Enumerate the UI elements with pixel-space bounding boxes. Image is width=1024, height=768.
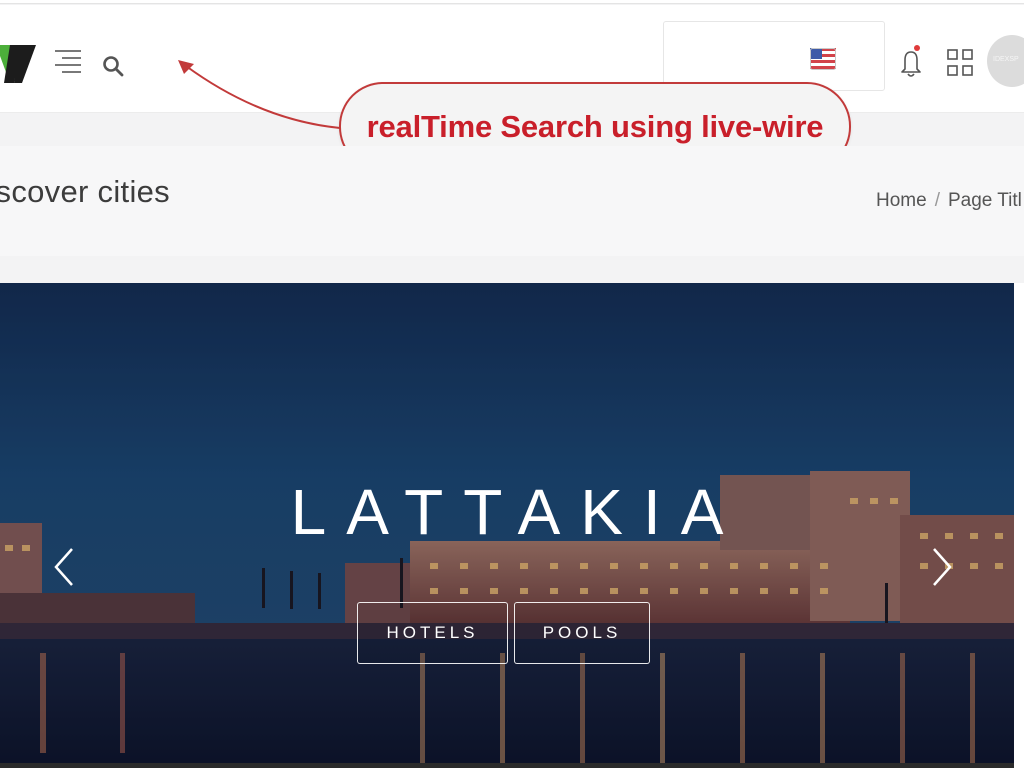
user-avatar[interactable]: IDEXSP: [987, 35, 1024, 87]
hero-right-margin: [1014, 283, 1024, 768]
breadcrumb-separator: /: [934, 190, 940, 211]
language-selector[interactable]: [663, 21, 885, 91]
breadcrumb: Home / Page Titl: [876, 190, 1022, 212]
slider-next-arrow-icon[interactable]: [928, 545, 954, 589]
slider-prev-arrow-icon[interactable]: [52, 545, 78, 589]
breadcrumb-home-link[interactable]: Home: [876, 190, 927, 211]
page-title-bar: escover cities Home / Page Titl: [0, 146, 1024, 256]
top-border: [0, 0, 1024, 4]
hero-title: LATTAKIA: [290, 476, 744, 548]
us-flag-icon[interactable]: [810, 48, 836, 70]
notification-bell-icon[interactable]: [897, 45, 925, 79]
app-page: IDEXSP realTime Search using live-wire e…: [0, 0, 1024, 768]
logo-icon[interactable]: [0, 39, 40, 89]
breadcrumb-current: Page Titl: [947, 190, 1022, 211]
hero-slider: LATTAKIA HOTELS POOLS: [0, 283, 1014, 768]
avatar-label: IDEXSP: [993, 56, 1019, 63]
annotation-arrow: [178, 60, 341, 129]
annotation-text: realTime Search using live-wire: [366, 108, 824, 144]
hero-bottom-strip: [0, 763, 1014, 768]
search-icon[interactable]: [102, 55, 124, 77]
page-title: escover cities: [0, 174, 170, 209]
hamburger-menu-icon[interactable]: [54, 48, 82, 74]
pools-button[interactable]: POOLS: [514, 602, 650, 664]
notification-dot: [914, 45, 920, 51]
hotels-button[interactable]: HOTELS: [357, 602, 508, 664]
apps-grid-icon[interactable]: [946, 48, 974, 78]
